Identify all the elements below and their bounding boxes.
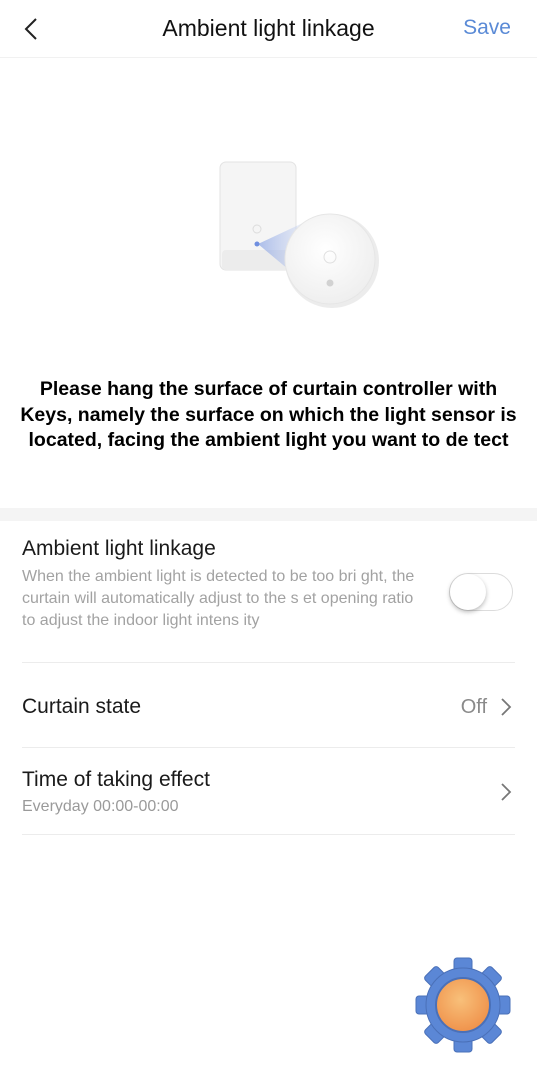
save-button[interactable]: Save — [463, 16, 511, 40]
chevron-right-icon — [501, 698, 512, 716]
linkage-title: Ambient light linkage — [22, 537, 216, 560]
device-illustration — [205, 150, 395, 325]
chevron-right-icon — [501, 783, 512, 801]
page-title: Ambient light linkage — [162, 15, 375, 41]
linkage-description: When the ambient light is detected to be… — [22, 568, 415, 629]
instructions-text: Please hang the surface of curtain contr… — [20, 378, 517, 451]
curtain-state-row[interactable]: Curtain state Off — [22, 663, 515, 748]
toggle-knob — [450, 574, 486, 610]
linkage-toggle[interactable] — [449, 573, 513, 611]
curtain-state-title: Curtain state — [22, 695, 142, 718]
time-of-taking-effect-row[interactable]: Time of taking effect Everyday 00:00-00:… — [22, 748, 515, 835]
time-effect-value: Everyday 00:00-00:00 — [22, 798, 179, 815]
time-effect-title: Time of taking effect — [22, 768, 210, 791]
top-bar: Ambient light linkage Save — [0, 0, 537, 58]
section-divider — [0, 508, 537, 521]
ambient-light-linkage-row: Ambient light linkage When the ambient l… — [22, 521, 515, 663]
curtain-state-value: Off — [460, 696, 487, 718]
gear-icon[interactable] — [414, 956, 512, 1054]
